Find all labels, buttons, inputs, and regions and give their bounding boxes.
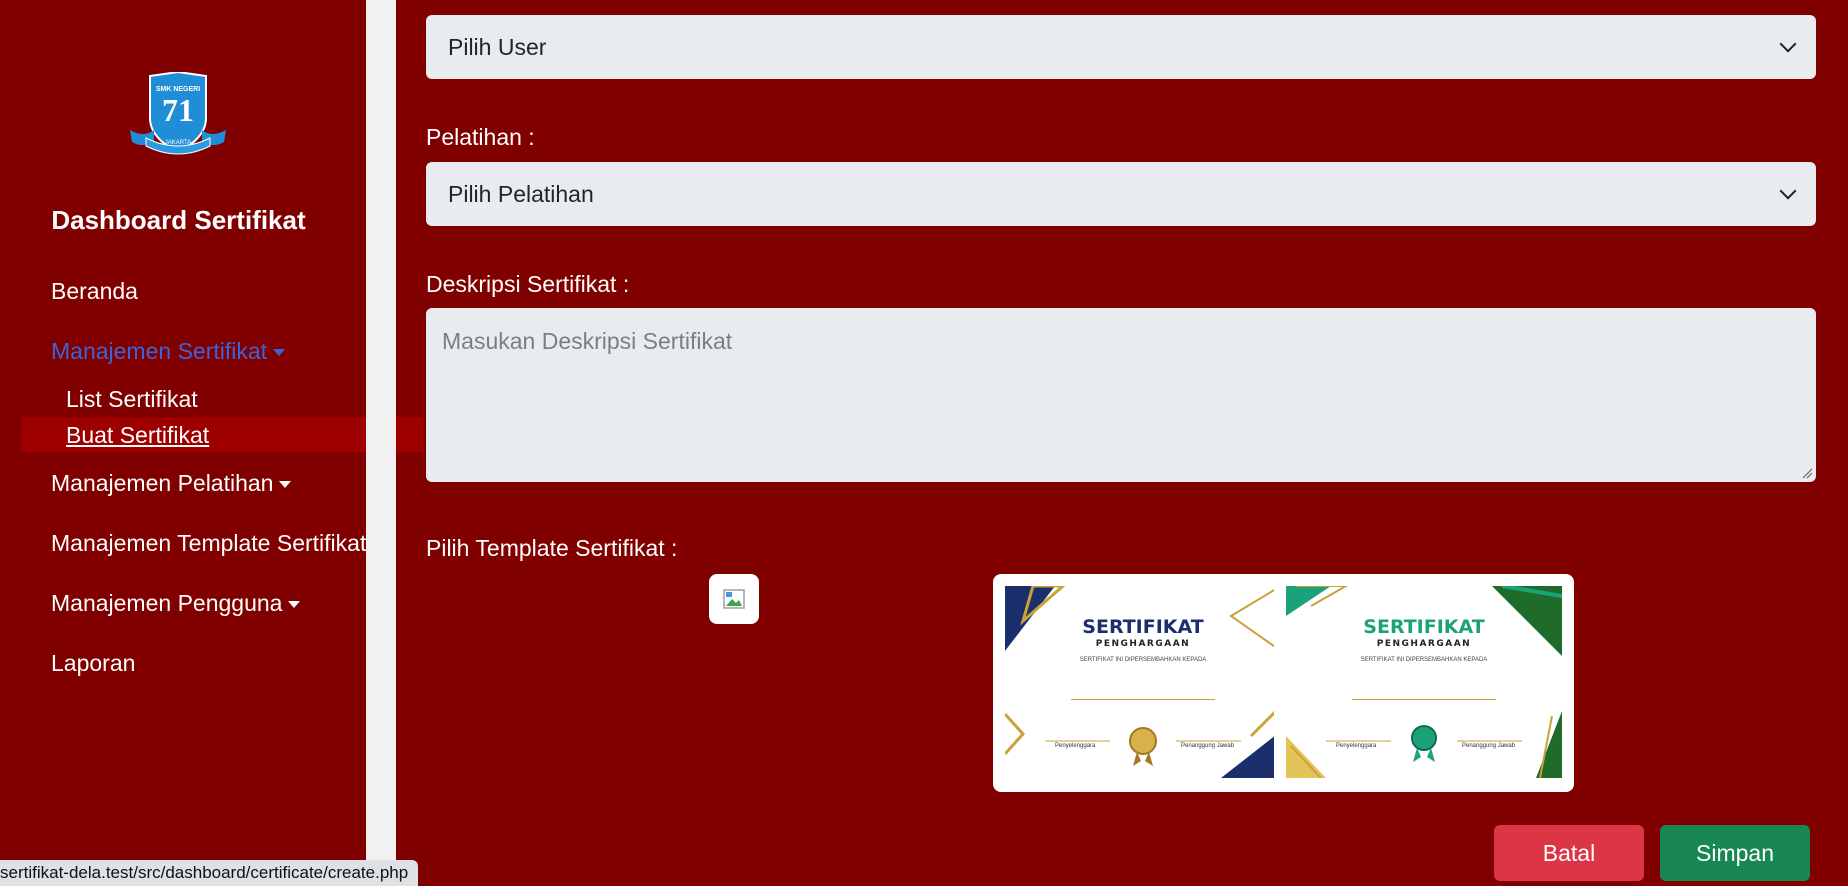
main-content: Pilih User Pelatihan : Pilih Pelatihan D…: [396, 0, 1848, 886]
resize-handle-icon[interactable]: [1801, 467, 1813, 479]
deskripsi-textarea[interactable]: Masukan Deskripsi Sertifikat: [426, 308, 1816, 482]
sidebar: SMK NEGERI 71 JAKARTA Dashboard Sertifik…: [0, 0, 423, 886]
template-text: SERTIFIKAT INI DIPERSEMBAHKAN KEPADA: [1079, 657, 1207, 663]
caret-down-icon: [279, 481, 292, 489]
template-sign-left: Penyelenggara: [1336, 743, 1377, 749]
deskripsi-placeholder: Masukan Deskripsi Sertifikat: [442, 328, 733, 354]
deskripsi-label: Deskripsi Sertifikat :: [426, 271, 630, 297]
pelatihan-label: Pelatihan :: [426, 124, 535, 150]
nav-manajemen-pengguna[interactable]: Manajemen Pengguna: [51, 590, 301, 617]
template-name-line: [1352, 699, 1496, 700]
caret-down-icon: [288, 601, 301, 609]
chevron-down-icon: [1779, 182, 1797, 200]
sidebar-divider: [366, 0, 396, 886]
broken-image-icon[interactable]: [709, 574, 759, 624]
subnav-list-sertifikat[interactable]: List Sertifikat: [66, 386, 198, 413]
nav-manajemen-pelatihan[interactable]: Manajemen Pelatihan: [51, 470, 292, 497]
nav-label: Manajemen Template Sertifikat: [51, 530, 367, 556]
nav-manajemen-template[interactable]: Manajemen Template Sertifikat: [51, 530, 385, 557]
logo-number: 71: [162, 92, 194, 128]
nav-label: Manajemen Sertifikat: [51, 338, 268, 364]
user-select[interactable]: Pilih User: [426, 15, 1816, 79]
save-button[interactable]: Simpan: [1660, 825, 1810, 881]
nav-label: Manajemen Pengguna: [51, 590, 283, 616]
pelatihan-select-value: Pilih Pelatihan: [448, 180, 594, 207]
template-title: SERTIFIKAT: [1082, 616, 1204, 638]
nav-label: Manajemen Pelatihan: [51, 470, 274, 496]
template-label: Pilih Template Sertifikat :: [426, 535, 678, 561]
template-sign-right: Penanggung Jawab: [1462, 743, 1516, 749]
template-name-line: [1071, 699, 1215, 700]
template-preview: SERTIFIKAT PENGHARGAAN SERTIFIKAT INI DI…: [1005, 586, 1281, 778]
template-text: SERTIFIKAT INI DIPERSEMBAHKAN KEPADA: [1360, 657, 1488, 663]
school-logo: SMK NEGERI 71 JAKARTA: [126, 70, 230, 156]
subnav-buat-sertifikat[interactable]: Buat Sertifikat: [66, 422, 209, 449]
user-select-value: Pilih User: [448, 33, 547, 60]
status-bar-url: sertifikat-dela.test/src/dashboard/certi…: [0, 860, 419, 886]
chevron-down-icon: [1779, 35, 1797, 53]
nav-label: Laporan: [51, 650, 136, 676]
template-card-1[interactable]: SERTIFIKAT PENGHARGAAN SERTIFIKAT INI DI…: [993, 574, 1293, 792]
cancel-button[interactable]: Batal: [1494, 825, 1644, 881]
nav-beranda[interactable]: Beranda: [51, 278, 138, 305]
pelatihan-select[interactable]: Pilih Pelatihan: [426, 162, 1816, 226]
template-sign-right: Penanggung Jawab: [1181, 743, 1235, 749]
nav-label: Beranda: [51, 278, 138, 304]
template-title: SERTIFIKAT: [1363, 616, 1485, 638]
template-sign-left: Penyelenggara: [1055, 743, 1096, 749]
nav-laporan[interactable]: Laporan: [51, 650, 135, 677]
template-subtitle: PENGHARGAAN: [1095, 639, 1191, 649]
caret-down-icon: [273, 349, 286, 357]
logo-text-bottom: JAKARTA: [164, 140, 192, 146]
template-preview: SERTIFIKAT PENGHARGAAN SERTIFIKAT INI DI…: [1286, 586, 1562, 778]
nav-manajemen-sertifikat[interactable]: Manajemen Sertifikat: [51, 338, 286, 365]
dashboard-title: Dashboard Sertifikat: [51, 205, 306, 235]
template-card-2[interactable]: SERTIFIKAT PENGHARGAAN SERTIFIKAT INI DI…: [1274, 574, 1574, 792]
template-subtitle: PENGHARGAAN: [1376, 639, 1472, 649]
